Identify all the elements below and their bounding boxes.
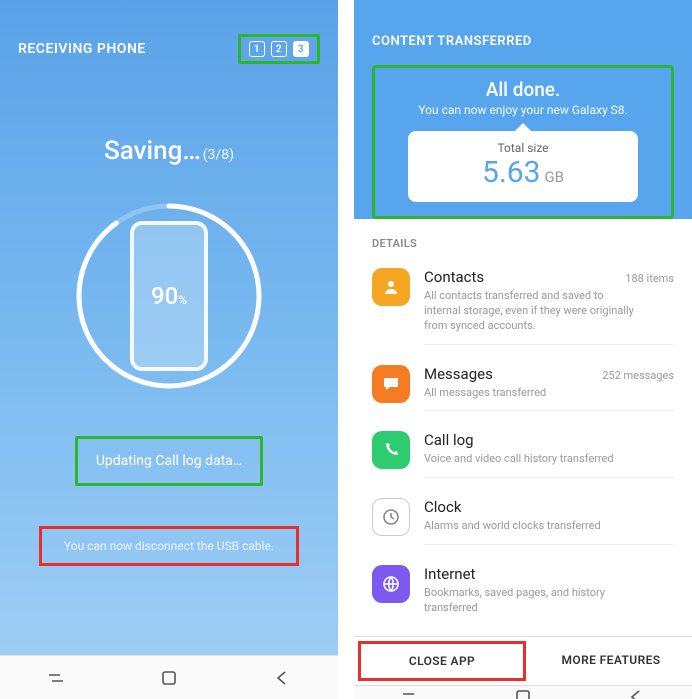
receiving-screen: RECEIVING PHONE 1 2 3 Saving…(3/8) 90% U… xyxy=(0,0,338,699)
bottom-actions: CLOSE APP MORE FEATURES xyxy=(354,636,692,685)
step-2: 2 xyxy=(271,41,287,57)
item-sub: Alarms and world clocks transferred xyxy=(424,519,634,534)
step-1: 1 xyxy=(249,41,265,57)
home-icon[interactable] xyxy=(512,686,534,699)
receiving-title: RECEIVING PHONE xyxy=(18,41,146,57)
recents-icon[interactable] xyxy=(399,686,421,699)
item-title: Contacts xyxy=(424,268,484,286)
phone-icon: 90% xyxy=(130,221,208,371)
disconnect-message: You can now disconnect the USB cable. xyxy=(39,526,299,566)
item-title: Clock xyxy=(424,498,461,516)
more-features-button[interactable]: MORE FEATURES xyxy=(530,637,692,685)
saving-label: Saving… xyxy=(104,136,201,166)
done-summary: All done. You can now enjoy your new Gal… xyxy=(372,65,674,219)
size-value: 5.63 xyxy=(482,155,541,190)
nav-bar xyxy=(0,655,338,699)
home-icon[interactable] xyxy=(158,667,180,689)
update-status: Updating Call log data… xyxy=(75,436,263,486)
list-item[interactable]: Contacts 188 items All contacts transfer… xyxy=(354,258,692,355)
list-item[interactable]: Clock Alarms and world clocks transferre… xyxy=(354,488,692,555)
list-item[interactable]: Call log Voice and video call history tr… xyxy=(354,421,692,488)
item-sub: All messages transferred xyxy=(424,386,634,401)
size-unit: GB xyxy=(544,168,564,186)
list-item[interactable]: Internet Bookmarks, saved pages, and his… xyxy=(354,555,692,636)
details-label: DETAILS xyxy=(354,229,692,258)
transferred-title: CONTENT TRANSFERRED xyxy=(372,34,674,49)
item-sub: Voice and video call history transferred xyxy=(424,452,634,467)
calllog-icon xyxy=(372,431,410,469)
step-3: 3 xyxy=(293,41,309,57)
close-app-highlight: CLOSE APP xyxy=(358,641,526,681)
list-item[interactable]: Messages 252 messages All messages trans… xyxy=(354,355,692,422)
size-label: Total size xyxy=(426,141,620,155)
item-sub: Bookmarks, saved pages, and history tran… xyxy=(424,586,634,616)
recents-icon[interactable] xyxy=(45,667,67,689)
done-subtitle: You can now enjoy your new Galaxy S8. xyxy=(387,103,659,117)
details-section: DETAILS Contacts 188 items All contacts … xyxy=(354,219,692,636)
item-meta: 188 items xyxy=(625,272,674,285)
step-indicator: 1 2 3 xyxy=(238,34,320,64)
nav-bar xyxy=(354,685,692,699)
size-card: Total size 5.63GB xyxy=(408,131,638,202)
back-icon[interactable] xyxy=(625,686,647,699)
saving-count: (3/8) xyxy=(203,147,234,163)
messages-icon xyxy=(372,365,410,403)
done-heading: All done. xyxy=(387,78,659,101)
completed-screen: CONTENT TRANSFERRED All done. You can no… xyxy=(354,0,692,699)
contacts-icon xyxy=(372,268,410,306)
clock-icon xyxy=(372,498,410,536)
progress-percent: 90% xyxy=(151,282,187,310)
item-title: Call log xyxy=(424,431,474,449)
progress-circle: 90% xyxy=(69,196,269,396)
item-meta: 252 messages xyxy=(602,369,674,382)
close-app-button[interactable]: CLOSE APP xyxy=(361,644,523,678)
saving-status: Saving…(3/8) xyxy=(0,136,338,166)
back-icon[interactable] xyxy=(271,667,293,689)
item-title: Messages xyxy=(424,365,493,383)
item-sub: All contacts transferred and saved to in… xyxy=(424,289,634,334)
item-title: Internet xyxy=(424,565,475,583)
internet-icon xyxy=(372,565,410,603)
